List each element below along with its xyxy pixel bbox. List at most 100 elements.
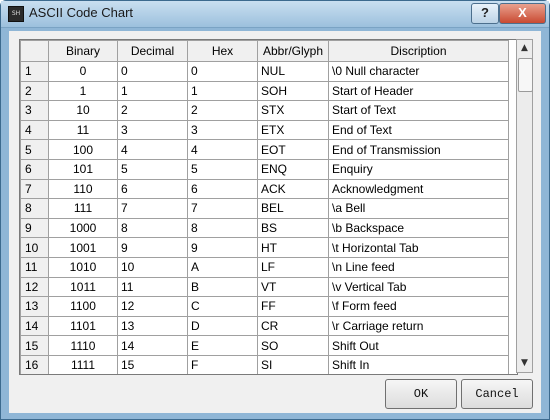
cell-decimal: 5 [117, 158, 188, 180]
cell-hex: 4 [187, 139, 258, 160]
cell-hex: 3 [187, 119, 258, 141]
column-header-hex[interactable]: Hex [187, 40, 258, 62]
cell-decimal: 10 [117, 256, 188, 278]
table-row[interactable]: 14 1101 13 D CR \r Carriage return [20, 315, 509, 337]
row-number: 10 [20, 237, 49, 258]
cell-hex: F [187, 354, 258, 374]
cell-decimal: 12 [117, 296, 188, 317]
cell-description: \n Line feed [328, 256, 509, 278]
table-row[interactable]: 2 1 1 1 SOH Start of Header [20, 80, 509, 102]
column-header-decimal[interactable]: Decimal [117, 40, 188, 62]
row-number: 5 [20, 139, 49, 160]
window-title: ASCII Code Chart [29, 5, 134, 20]
cell-binary: 1101 [48, 315, 118, 337]
cell-decimal: 9 [117, 237, 188, 258]
scroll-down-icon[interactable]: ▼ [517, 355, 532, 372]
title-bar[interactable]: SH ASCII Code Chart ? X [1, 1, 549, 28]
cell-description: Start of Text [328, 100, 509, 121]
table-row[interactable]: 10 1001 9 9 HT \t Horizontal Tab [20, 237, 509, 258]
table-row[interactable]: 7 110 6 6 ACK Acknowledgment [20, 178, 509, 200]
table-row[interactable]: 1 0 0 0 NUL \0 Null character [20, 61, 509, 82]
ok-button[interactable]: OK [385, 379, 457, 409]
cell-binary: 111 [48, 198, 118, 219]
column-header-description[interactable]: Discription [328, 40, 509, 62]
cell-decimal: 1 [117, 80, 188, 102]
table-body: 1 0 0 0 NUL \0 Null character 2 1 1 1 SOH Start of … [20, 61, 509, 374]
cell-decimal: 6 [117, 178, 188, 200]
cell-binary: 1100 [48, 296, 118, 317]
cell-hex: C [187, 296, 258, 317]
table-row[interactable]: 11 1010 10 A LF \n Line feed [20, 256, 509, 278]
cell-hex: D [187, 315, 258, 337]
cell-binary: 10 [48, 100, 118, 121]
cell-abbr: SI [257, 354, 329, 374]
row-number: 2 [20, 80, 49, 102]
cell-abbr: LF [257, 256, 329, 278]
table-row[interactable]: 13 1100 12 C FF \f Form feed [20, 296, 509, 317]
cell-binary: 1011 [48, 276, 118, 298]
cell-decimal: 13 [117, 315, 188, 337]
cell-abbr: ENQ [257, 158, 329, 180]
cell-description: End of Text [328, 119, 509, 141]
row-number: 9 [20, 217, 49, 239]
cell-abbr: BEL [257, 198, 329, 219]
table-row[interactable]: 12 1011 11 B VT \v Vertical Tab [20, 276, 509, 298]
cell-binary: 1010 [48, 256, 118, 278]
row-number: 7 [20, 178, 49, 200]
column-header-binary[interactable]: Binary [48, 40, 118, 62]
cell-abbr: SO [257, 335, 329, 356]
cell-abbr: VT [257, 276, 329, 298]
cell-hex: 2 [187, 100, 258, 121]
cell-binary: 101 [48, 158, 118, 180]
table-row[interactable]: 16 1111 15 F SI Shift In [20, 354, 509, 374]
vertical-scrollbar[interactable]: ▲ ▼ [516, 39, 533, 373]
table-row[interactable]: 4 11 3 3 ETX End of Text [20, 119, 509, 141]
cell-binary: 1110 [48, 335, 118, 356]
cell-hex: 8 [187, 217, 258, 239]
cell-binary: 0 [48, 61, 118, 82]
close-button[interactable]: X [499, 3, 546, 24]
cell-hex: 9 [187, 237, 258, 258]
scroll-up-icon[interactable]: ▲ [517, 40, 532, 57]
cell-decimal: 11 [117, 276, 188, 298]
cell-description: \b Backspace [328, 217, 509, 239]
ascii-chart-window: SH ASCII Code Chart ? X Binary Decimal H… [0, 0, 550, 420]
cell-description: Acknowledgment [328, 178, 509, 200]
cancel-button[interactable]: Cancel [461, 379, 533, 409]
row-number: 4 [20, 119, 49, 141]
cell-abbr: SOH [257, 80, 329, 102]
table-row[interactable]: 6 101 5 5 ENQ Enquiry [20, 158, 509, 180]
row-number: 12 [20, 276, 49, 298]
row-number: 3 [20, 100, 49, 121]
cell-abbr: STX [257, 100, 329, 121]
table-row[interactable]: 5 100 4 4 EOT End of Transmission [20, 139, 509, 160]
row-number: 13 [20, 296, 49, 317]
cell-decimal: 8 [117, 217, 188, 239]
cell-description: \v Vertical Tab [328, 276, 509, 298]
cell-description: \f Form feed [328, 296, 509, 317]
scroll-thumb[interactable] [518, 58, 533, 92]
cell-description: End of Transmission [328, 139, 509, 160]
row-number: 11 [20, 256, 49, 278]
cell-description: \r Carriage return [328, 315, 509, 337]
ascii-table-grid[interactable]: Binary Decimal Hex Abbr/Glyph Discriptio… [19, 39, 518, 375]
help-button[interactable]: ? [471, 3, 499, 24]
cell-abbr: NUL [257, 61, 329, 82]
ascii-table: Binary Decimal Hex Abbr/Glyph Discriptio… [20, 40, 509, 374]
cell-binary: 1001 [48, 237, 118, 258]
table-row[interactable]: 9 1000 8 8 BS \b Backspace [20, 217, 509, 239]
table-row[interactable]: 15 1110 14 E SO Shift Out [20, 335, 509, 356]
cell-hex: 0 [187, 61, 258, 82]
cell-hex: A [187, 256, 258, 278]
cell-binary: 110 [48, 178, 118, 200]
dialog-client-area: Binary Decimal Hex Abbr/Glyph Discriptio… [9, 31, 541, 413]
cell-abbr: EOT [257, 139, 329, 160]
column-header-abbr[interactable]: Abbr/Glyph [257, 40, 329, 62]
cell-description: Start of Header [328, 80, 509, 102]
table-row[interactable]: 3 10 2 2 STX Start of Text [20, 100, 509, 121]
cell-description: \a Bell [328, 198, 509, 219]
cell-decimal: 4 [117, 139, 188, 160]
cell-abbr: ETX [257, 119, 329, 141]
table-row[interactable]: 8 111 7 7 BEL \a Bell [20, 198, 509, 219]
cell-binary: 1000 [48, 217, 118, 239]
